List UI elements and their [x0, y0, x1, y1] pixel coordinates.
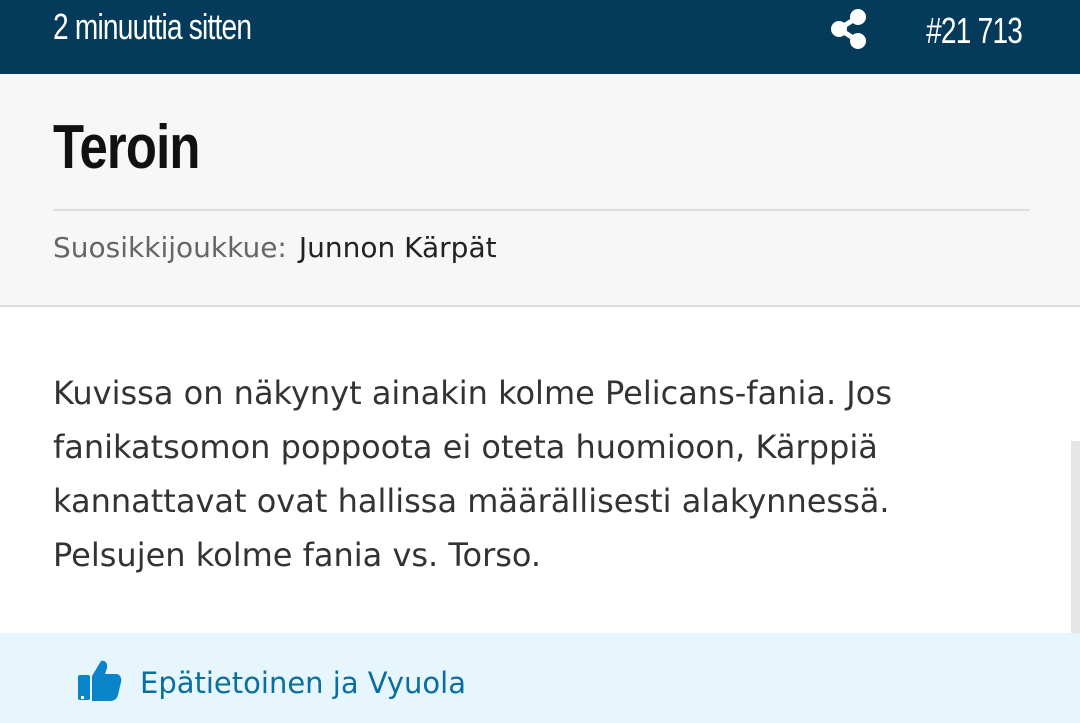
favorite-team-name: Junnon Kärpät [298, 231, 497, 264]
liked-by-users[interactable]: Epätietoinen ja Vyuola [140, 663, 466, 703]
thumbs-up-icon[interactable] [77, 657, 124, 704]
author-panel: Teroin Suosikkijoukkue: Junnon Kärpät [0, 74, 1080, 307]
favorite-team-row: Suosikkijoukkue: Junnon Kärpät [53, 229, 497, 267]
post-likes-bar: Epätietoinen ja Vyuola [0, 633, 1080, 723]
vertical-scrollbar[interactable] [1071, 441, 1080, 638]
favorite-team-label: Suosikkijoukkue: [53, 231, 287, 264]
author-name[interactable]: Teroin [53, 115, 200, 181]
post-number[interactable]: #21 713 [926, 8, 1023, 54]
forum-post-screen: 2 minuuttia sitten #21 713 Teroin Suosik… [0, 0, 1080, 723]
post-header-bar: 2 minuuttia sitten #21 713 [0, 0, 1080, 74]
post-body-text: Kuvissa on näkynyt ainakin kolme Pelican… [53, 374, 892, 574]
post-timestamp: 2 minuuttia sitten [53, 6, 252, 47]
share-icon[interactable] [829, 8, 869, 50]
author-separator [53, 209, 1030, 211]
